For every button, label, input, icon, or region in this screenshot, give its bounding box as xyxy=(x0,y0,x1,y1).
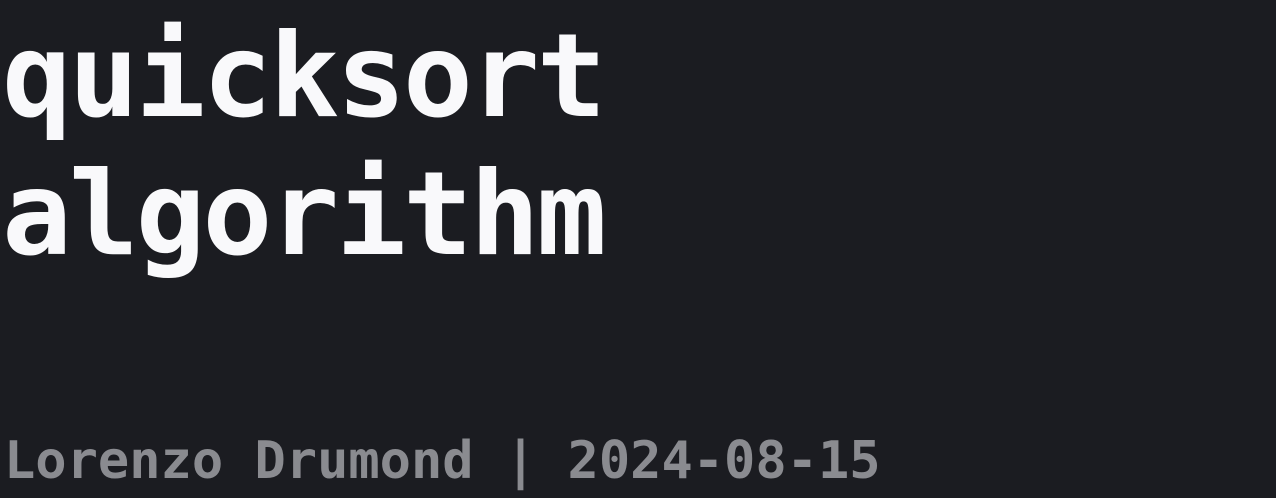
page-title: quicksort algorithm xyxy=(2,8,607,284)
title-line-2: algorithm xyxy=(2,147,607,282)
title-line-1: quicksort xyxy=(2,9,607,144)
author-date-byline: Lorenzo Drumond | 2024-08-15 xyxy=(4,431,881,491)
title-slide: quicksort algorithm Lorenzo Drumond | 20… xyxy=(0,0,1276,498)
